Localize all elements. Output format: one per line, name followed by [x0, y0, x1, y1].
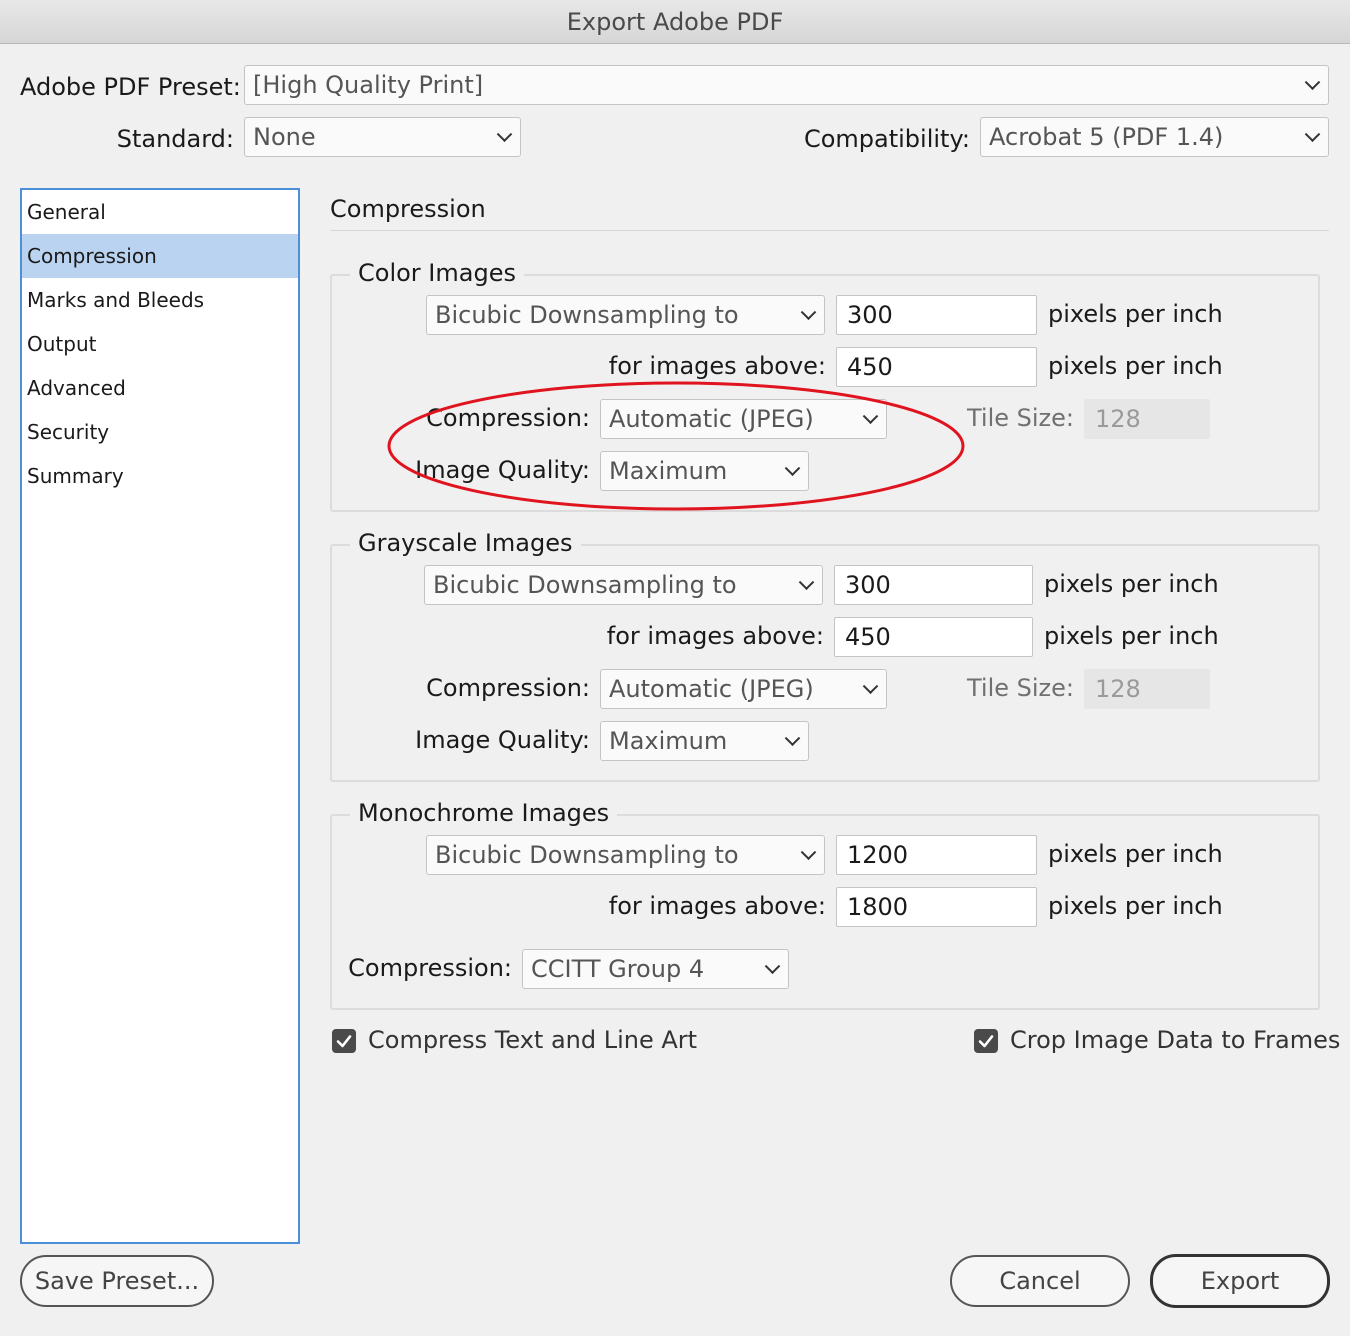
- chevron-down-icon: [784, 730, 801, 747]
- compatibility-label: Compatibility:: [803, 125, 970, 153]
- section-divider: [330, 230, 1329, 231]
- mono-ppi-input[interactable]: 1200: [836, 835, 1037, 875]
- color-above-unit: pixels per inch: [1048, 352, 1223, 380]
- gray-ppi-input[interactable]: 300: [834, 565, 1033, 605]
- window-title: Export Adobe PDF: [566, 8, 784, 36]
- chevron-down-icon: [764, 958, 781, 975]
- mono-ppi-unit: pixels per inch: [1048, 840, 1223, 868]
- color-above-label: for images above:: [608, 352, 826, 380]
- section-title: Compression: [330, 195, 486, 223]
- gray-tile-input[interactable]: 128: [1084, 669, 1210, 709]
- preset-select[interactable]: [High Quality Print]: [244, 65, 1329, 105]
- window-titlebar: Export Adobe PDF: [0, 0, 1350, 44]
- chevron-down-icon: [800, 304, 817, 321]
- mono-above-unit: pixels per inch: [1048, 892, 1223, 920]
- compatibility-value: Acrobat 5 (PDF 1.4): [989, 123, 1224, 151]
- color-images-legend: Color Images: [350, 259, 524, 287]
- standard-select[interactable]: None: [244, 117, 521, 157]
- gray-sampling-select[interactable]: Bicubic Downsampling to: [424, 565, 823, 605]
- gray-quality-value: Maximum: [609, 727, 728, 755]
- mono-sampling-select[interactable]: Bicubic Downsampling to: [426, 835, 825, 875]
- mono-compression-label: Compression:: [348, 954, 512, 982]
- checkmark-icon: [978, 1035, 994, 1048]
- sidebar-item-summary[interactable]: Summary: [22, 454, 298, 498]
- gray-above-input[interactable]: 450: [834, 617, 1033, 657]
- color-tile-input[interactable]: 128: [1084, 399, 1210, 439]
- sidebar: General Compression Marks and Bleeds Out…: [20, 188, 300, 1244]
- grayscale-images-legend: Grayscale Images: [350, 529, 581, 557]
- mono-sampling-value: Bicubic Downsampling to: [435, 841, 739, 869]
- color-ppi-input[interactable]: 300: [836, 295, 1037, 335]
- chevron-down-icon: [798, 574, 815, 591]
- export-button[interactable]: Export: [1150, 1254, 1330, 1308]
- cancel-button[interactable]: Cancel: [950, 1255, 1130, 1307]
- gray-compression-value: Automatic (JPEG): [609, 675, 814, 703]
- chevron-down-icon: [496, 126, 513, 143]
- sidebar-item-advanced[interactable]: Advanced: [22, 366, 298, 410]
- mono-compression-select[interactable]: CCITT Group 4: [522, 949, 789, 989]
- gray-quality-select[interactable]: Maximum: [600, 721, 809, 761]
- color-ppi-unit: pixels per inch: [1048, 300, 1223, 328]
- annotation-circle: [387, 381, 965, 511]
- gray-sampling-value: Bicubic Downsampling to: [433, 571, 737, 599]
- sidebar-item-general[interactable]: General: [22, 190, 298, 234]
- monochrome-images-legend: Monochrome Images: [350, 799, 618, 827]
- gray-tile-label: Tile Size:: [966, 674, 1074, 702]
- sidebar-item-compression[interactable]: Compression: [22, 234, 298, 278]
- sidebar-item-security[interactable]: Security: [22, 410, 298, 454]
- save-preset-button[interactable]: Save Preset...: [20, 1255, 214, 1307]
- preset-value: [High Quality Print]: [253, 71, 484, 99]
- preset-label: Adobe PDF Preset:: [20, 73, 241, 101]
- mono-above-label: for images above:: [608, 892, 826, 920]
- chevron-down-icon: [1304, 126, 1321, 143]
- gray-quality-label: Image Quality:: [415, 726, 590, 754]
- standard-value: None: [253, 123, 316, 151]
- mono-above-input[interactable]: 1800: [836, 887, 1037, 927]
- gray-compression-select[interactable]: Automatic (JPEG): [600, 669, 887, 709]
- gray-compression-label: Compression:: [426, 674, 590, 702]
- chevron-down-icon: [800, 844, 817, 861]
- compatibility-select[interactable]: Acrobat 5 (PDF 1.4): [980, 117, 1329, 157]
- gray-above-unit: pixels per inch: [1044, 622, 1219, 650]
- gray-ppi-unit: pixels per inch: [1044, 570, 1219, 598]
- compress-text-label[interactable]: Compress Text and Line Art: [368, 1026, 697, 1054]
- color-sampling-value: Bicubic Downsampling to: [435, 301, 739, 329]
- checkmark-icon: [336, 1035, 352, 1048]
- mono-compression-value: CCITT Group 4: [531, 955, 705, 983]
- color-sampling-select[interactable]: Bicubic Downsampling to: [426, 295, 825, 335]
- compress-text-checkbox[interactable]: [332, 1029, 356, 1053]
- chevron-down-icon: [1304, 74, 1321, 91]
- crop-image-label[interactable]: Crop Image Data to Frames: [1010, 1026, 1340, 1054]
- gray-above-label: for images above:: [606, 622, 824, 650]
- chevron-down-icon: [862, 678, 879, 695]
- standard-label: Standard:: [116, 125, 234, 153]
- sidebar-item-output[interactable]: Output: [22, 322, 298, 366]
- crop-image-checkbox[interactable]: [974, 1029, 998, 1053]
- sidebar-item-marks-and-bleeds[interactable]: Marks and Bleeds: [22, 278, 298, 322]
